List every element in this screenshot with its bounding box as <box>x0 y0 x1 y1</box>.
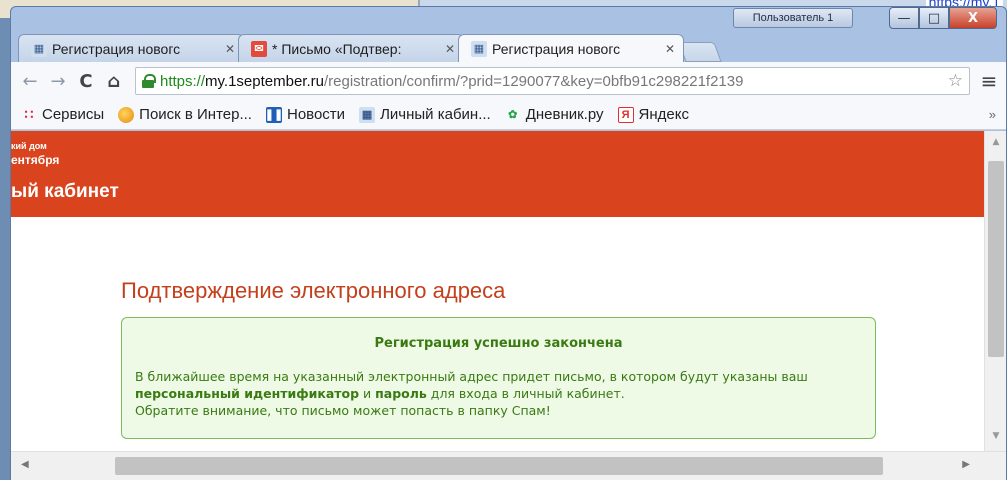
tab-registration-1[interactable]: ▦ Регистрация новогс ✕ <box>18 34 244 62</box>
back-arrow-icon[interactable]: ← <box>17 68 43 94</box>
menu-icon[interactable]: ≡ <box>978 69 1000 93</box>
bookmark-label: Личный кабин... <box>380 106 491 123</box>
bookmarks-overflow-icon[interactable]: » <box>989 107 996 122</box>
mail-icon: ✉ <box>251 40 267 57</box>
tab-label: * Письмо «Подтвер: <box>272 40 402 57</box>
horizontal-scrollbar[interactable]: ◀ ▶ <box>11 451 1006 480</box>
page-icon: ▦ <box>359 106 376 123</box>
address-bar[interactable]: https://my.1september.ru/registration/co… <box>135 67 970 95</box>
yandex-icon: Я <box>617 106 634 123</box>
notice-line3: Обратите внимание, что письмо может попа… <box>135 403 551 418</box>
tab-label: Регистрация новогс <box>492 40 621 57</box>
cabinet-title: ый кабинет <box>11 181 119 202</box>
tab-label: Регистрация новогс <box>52 40 181 57</box>
scroll-left-icon[interactable]: ◀ <box>21 459 29 470</box>
forward-arrow-icon[interactable]: → <box>45 68 71 94</box>
url-host: my.1september.ru <box>205 72 324 90</box>
window-controls: — □ X <box>889 7 997 29</box>
site-logo-line1[interactable]: кий дом <box>11 141 47 151</box>
page-icon: ▦ <box>31 40 47 57</box>
tab-close-icon[interactable]: ✕ <box>445 42 455 56</box>
horizontal-scroll-thumb[interactable] <box>115 457 883 475</box>
tab-mail[interactable]: ✉ * Письмо «Подтвер: ✕ <box>238 34 464 62</box>
maximize-icon[interactable]: □ <box>919 7 949 29</box>
page-icon: ▦ <box>471 40 487 57</box>
bookmark-cabinet[interactable]: ▦ Личный кабин... <box>359 106 491 123</box>
apps-icon: ∷ <box>24 106 34 122</box>
notice-title: Регистрация успешно закончена <box>374 336 623 351</box>
bookmark-label: Сервисы <box>42 106 105 123</box>
bookmark-news[interactable]: ❚❚ Новости <box>265 106 346 123</box>
star-icon[interactable]: ☆ <box>944 71 963 91</box>
bookmarks-bar: ∷ Сервисы Поиск в Интер... ❚❚ Новости ▦ Лич… <box>11 100 1006 130</box>
bookmark-services[interactable]: ∷ Сервисы <box>21 106 105 123</box>
page-title: Подтверждение электронного адреса <box>121 278 506 303</box>
notice-line2-tail: для входа в личный кабинет. <box>426 386 625 401</box>
scroll-up-icon[interactable]: ▲ <box>985 133 1007 151</box>
scroll-right-icon[interactable]: ▶ <box>962 459 970 470</box>
browser-toolbar: ← → C ⌂ https://my.1september.ru/registr… <box>11 62 1006 100</box>
success-notice: Регистрация успешно закончена В ближайше… <box>121 317 876 439</box>
diary-icon: ✿ <box>508 109 518 121</box>
user-profile-badge[interactable]: Пользователь 1 <box>733 8 853 28</box>
home-icon[interactable]: ⌂ <box>101 68 127 94</box>
news-icon: ❚❚ <box>265 106 283 123</box>
vertical-scrollbar[interactable]: ▲ ▼ <box>984 131 1006 451</box>
vertical-scroll-thumb[interactable] <box>988 161 1004 357</box>
notice-line1: В ближайшее время на указанный электронн… <box>135 369 808 384</box>
bookmark-yandex[interactable]: Я Яндекс <box>617 106 689 123</box>
reload-icon[interactable]: C <box>73 68 99 94</box>
notice-and: и <box>359 386 376 401</box>
tab-close-icon[interactable]: ✕ <box>665 42 675 56</box>
close-icon[interactable]: X <box>949 7 997 29</box>
site-header: кий дом ентября ый кабинет <box>11 131 984 217</box>
notice-bold-password: пароль <box>375 386 427 401</box>
tab-close-icon[interactable]: ✕ <box>225 42 235 56</box>
bookmark-search[interactable]: Поиск в Интер... <box>118 106 252 123</box>
url-path: /registration/confirm/?prid=1290077&key=… <box>323 72 744 90</box>
scroll-down-icon[interactable]: ▼ <box>985 427 1007 445</box>
bookmark-label: Яндекс <box>638 106 689 123</box>
site-logo-line2[interactable]: ентября <box>11 153 59 167</box>
url-scheme: https:// <box>160 72 206 90</box>
tab-strip: ▦ Регистрация новогс ✕ ✉ * Письмо «Подтв… <box>18 34 722 62</box>
tab-registration-active[interactable]: ▦ Регистрация новогс ✕ <box>458 34 684 62</box>
bookmark-label: Дневник.ру <box>525 106 604 123</box>
new-tab-button[interactable] <box>678 42 722 62</box>
search-icon <box>118 106 135 123</box>
notice-body: В ближайшее время на указанный электронн… <box>135 368 862 419</box>
bookmark-label: Поиск в Интер... <box>139 106 252 123</box>
bookmark-diary[interactable]: ✿ Дневник.ру <box>505 106 604 123</box>
notice-bold-identifier: персональный идентификатор <box>135 386 360 401</box>
page-viewport: кий дом ентября ый кабинет Подтверждение… <box>11 131 984 451</box>
bookmark-label: Новости <box>286 106 346 123</box>
lock-icon <box>142 74 156 88</box>
minimize-icon[interactable]: — <box>889 7 919 29</box>
